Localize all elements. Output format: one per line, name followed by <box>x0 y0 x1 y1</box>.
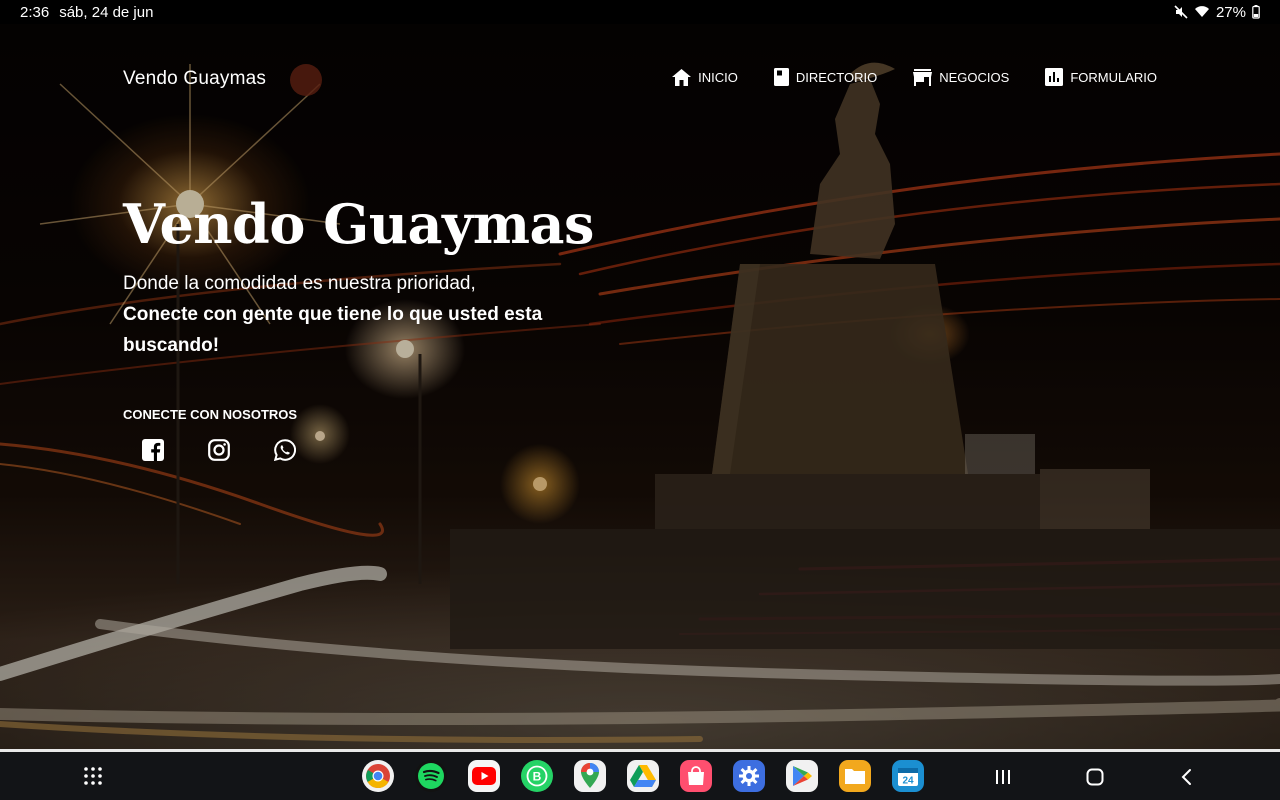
recent-apps-button[interactable] <box>990 764 1016 790</box>
connect-label: CONECTE CON NOSOTROS <box>123 407 298 422</box>
play-store-icon <box>793 766 812 786</box>
status-time: 2:36 <box>20 3 50 21</box>
back-button[interactable] <box>1174 764 1200 790</box>
gear-icon <box>739 766 759 786</box>
hero-overlay <box>0 24 1280 749</box>
hero-section: Vendo Guaymas INICIO DIRECTORIO NEGOCIOS… <box>0 24 1280 749</box>
my-files-app[interactable] <box>839 760 871 792</box>
galaxy-store-app[interactable] <box>680 760 712 792</box>
nav-item-directorio[interactable]: DIRECTORIO <box>773 68 878 86</box>
book-icon <box>773 68 789 86</box>
calendar-app[interactable]: 24 <box>892 760 924 792</box>
status-left: 2:36 sáb, 24 de jun <box>20 4 153 21</box>
social-links <box>142 439 297 462</box>
youtube-icon <box>472 767 496 785</box>
nav-item-label: DIRECTORIO <box>795 69 878 85</box>
whatsapp-icon[interactable] <box>273 439 297 462</box>
back-chevron-icon <box>1181 769 1191 785</box>
nav-item-label: NEGOCIOS <box>939 69 1010 85</box>
hero-tagline: Conecte con gente que tiene lo que usted… <box>123 304 543 356</box>
nav-item-formulario[interactable]: FORMULARIO <box>1045 68 1157 86</box>
taskbar: B 24 <box>0 752 1280 800</box>
status-right: 27% <box>1174 4 1260 21</box>
whatsapp-business-app[interactable]: B <box>521 760 553 792</box>
home-square-icon <box>1086 768 1104 786</box>
folder-icon <box>845 769 865 784</box>
maps-pin-icon <box>581 763 599 788</box>
mute-icon <box>1174 5 1188 19</box>
main-nav: INICIO DIRECTORIO NEGOCIOS FORMULARIO <box>672 68 1157 86</box>
home-button[interactable] <box>1082 764 1108 790</box>
status-bar: 2:36 sáb, 24 de jun 27% <box>0 0 1280 24</box>
business-letter: B <box>533 770 542 784</box>
youtube-app[interactable] <box>468 760 500 792</box>
system-nav-buttons <box>990 764 1200 790</box>
chrome-icon <box>366 764 390 789</box>
site-brand[interactable]: Vendo Guaymas <box>123 68 266 90</box>
hero-subtitle: Donde la comodidad es nuestra prioridad, <box>123 273 476 294</box>
calendar-day: 24 <box>902 776 914 787</box>
store-icon <box>913 68 933 86</box>
maps-app[interactable] <box>574 760 606 792</box>
nav-item-label: INICIO <box>698 69 738 85</box>
spotify-icon <box>418 763 444 789</box>
hero-subtitle-block: Donde la comodidad es nuestra prioridad,… <box>123 268 583 361</box>
app-dock: B 24 <box>362 760 924 792</box>
play-store-app[interactable] <box>786 760 818 792</box>
wifi-icon <box>1194 6 1210 18</box>
status-date: sáb, 24 de jun <box>59 3 154 21</box>
app-drawer-button[interactable] <box>82 765 104 787</box>
calendar-icon: 24 <box>898 768 918 787</box>
battery-percent: 27% <box>1215 3 1246 21</box>
spotify-app[interactable] <box>415 760 447 792</box>
facebook-icon[interactable] <box>142 439 164 461</box>
drive-app[interactable] <box>627 760 659 792</box>
chrome-app[interactable] <box>362 760 394 792</box>
settings-app[interactable] <box>733 760 765 792</box>
nav-item-negocios[interactable]: NEGOCIOS <box>913 68 1009 86</box>
home-icon <box>672 68 692 86</box>
instagram-icon[interactable] <box>208 439 230 461</box>
drive-icon <box>630 765 656 787</box>
whatsapp-business-icon: B <box>526 765 548 787</box>
nav-item-inicio[interactable]: INICIO <box>672 68 738 86</box>
hero-title: Vendo Guaymas <box>123 192 594 256</box>
recents-icon <box>996 770 1010 784</box>
chart-icon <box>1045 68 1064 86</box>
grid-icon <box>84 767 102 785</box>
battery-icon <box>1252 5 1260 19</box>
nav-item-label: FORMULARIO <box>1070 69 1157 85</box>
shopping-bag-icon <box>688 766 704 785</box>
